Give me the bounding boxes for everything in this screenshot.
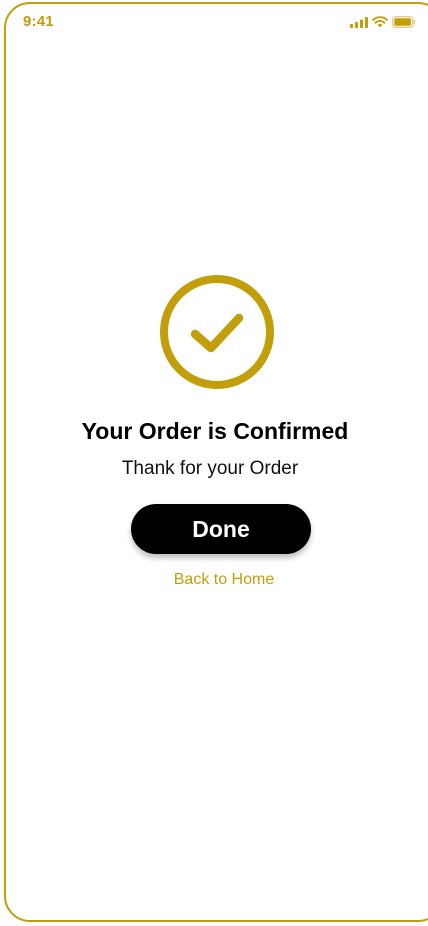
check-circle-icon — [160, 275, 274, 389]
confirmation-subtitle: Thank for your Order — [121, 458, 299, 479]
battery-icon — [392, 16, 416, 28]
signal-icon — [350, 16, 368, 28]
back-to-home-link[interactable]: Back to Home — [0, 571, 428, 589]
status-icons — [350, 15, 416, 29]
status-time: 9:41 — [23, 13, 54, 30]
status-bar: 9:41 — [0, 0, 428, 40]
wifi-icon — [372, 16, 388, 28]
confirmation-title: Your Order is Confirmed — [81, 418, 349, 444]
done-button[interactable]: Done — [131, 504, 311, 554]
